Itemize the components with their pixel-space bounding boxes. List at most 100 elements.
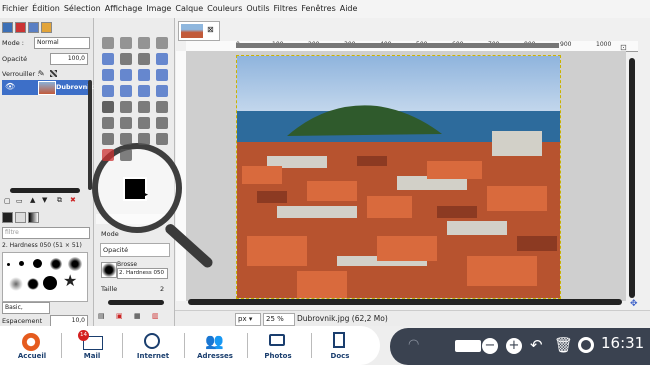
tool-brush-field[interactable]: 2. Hardness 050: [117, 268, 168, 279]
menu-filters[interactable]: Filtres: [272, 0, 300, 18]
lock-alpha-icon[interactable]: [50, 70, 57, 77]
lock-pixels-icon[interactable]: ✎: [38, 69, 45, 78]
menu-edit[interactable]: Édition: [30, 0, 62, 18]
brush-grid[interactable]: ★: [2, 252, 88, 302]
brush-dot-1[interactable]: [7, 263, 10, 266]
trash-icon[interactable]: 🗑: [554, 336, 573, 354]
save-options-icon[interactable]: ▤: [98, 312, 105, 320]
undo-tab-icon[interactable]: [41, 22, 52, 33]
help-lifebuoy-icon[interactable]: [578, 337, 594, 353]
menu-colors[interactable]: Couleurs: [205, 0, 244, 18]
navigate-crosshair-icon[interactable]: ✥: [630, 299, 638, 309]
dodge-tool-icon[interactable]: [156, 133, 168, 145]
eraser-tool-icon[interactable]: [102, 149, 114, 161]
new-group-icon[interactable]: ▭: [16, 197, 23, 205]
tool-options-scrollbar[interactable]: [108, 300, 164, 305]
bucket-fill-tool-icon[interactable]: [120, 101, 132, 113]
patterns-tab-icon[interactable]: [15, 212, 26, 223]
menu-windows[interactable]: Fenêtres: [299, 0, 337, 18]
brushes-tab-icon[interactable]: [2, 212, 13, 223]
delete-options-icon[interactable]: ▣: [116, 312, 123, 320]
blur-tool-icon[interactable]: [138, 133, 150, 145]
tool-opacity-field[interactable]: Opacité: [100, 243, 170, 257]
text-tool-icon[interactable]: [102, 101, 114, 113]
menu-tools[interactable]: Outils: [244, 0, 271, 18]
channels-tab-icon[interactable]: [15, 22, 26, 33]
magnify-tool-icon[interactable]: [120, 53, 132, 65]
brush-dot-2[interactable]: [19, 261, 24, 266]
lower-layer-icon[interactable]: ▼: [42, 196, 47, 204]
menu-help[interactable]: Aide: [338, 0, 360, 18]
ellipse-select-tool-icon[interactable]: [120, 37, 132, 49]
brush-fuzzy-1[interactable]: [9, 277, 23, 291]
brush-hard-large[interactable]: [43, 276, 57, 290]
brush-fuzzy-2[interactable]: [27, 278, 39, 290]
measure-tool-icon[interactable]: [138, 53, 150, 65]
delete-layer-icon[interactable]: ✖: [70, 196, 76, 204]
align-tool-icon[interactable]: [102, 69, 114, 81]
color-picker-tool-icon[interactable]: [102, 53, 114, 65]
undo-icon[interactable]: ↶: [530, 336, 543, 354]
smudge-tool-icon[interactable]: [120, 133, 132, 145]
app-contacts[interactable]: 👥 Adresses: [189, 330, 241, 364]
shear-tool-icon[interactable]: [156, 69, 168, 81]
raise-layer-icon[interactable]: ▲: [30, 196, 35, 204]
fuzzy-select-tool-icon[interactable]: [156, 37, 168, 49]
menu-file[interactable]: Fichier: [0, 0, 30, 18]
reset-options-icon[interactable]: ▥: [152, 312, 159, 320]
image-canvas[interactable]: [236, 55, 561, 299]
brush-filter-input[interactable]: filtre: [2, 227, 90, 239]
zoom-select[interactable]: 25 %: [263, 313, 295, 326]
unit-select[interactable]: px ▾: [235, 313, 261, 326]
free-select-tool-icon[interactable]: [138, 37, 150, 49]
app-mail[interactable]: 14 Mail: [66, 330, 118, 364]
layers-hscrollbar[interactable]: [10, 188, 80, 193]
app-documents[interactable]: Docs: [314, 330, 366, 364]
gradients-tab-icon[interactable]: [28, 212, 39, 223]
close-tab-icon[interactable]: ⊠: [207, 25, 214, 34]
navigate-icon[interactable]: ⊡: [620, 43, 627, 52]
cage-tool-icon[interactable]: [138, 85, 150, 97]
opacity-field[interactable]: 100,0: [50, 53, 88, 65]
perspective-tool-icon[interactable]: [102, 85, 114, 97]
menu-image[interactable]: Image: [144, 0, 173, 18]
transform-tool-icon[interactable]: [120, 69, 132, 81]
wifi-icon[interactable]: ◠: [408, 337, 419, 352]
layers-scrollbar[interactable]: [88, 80, 92, 190]
heal-tool-icon[interactable]: [102, 133, 114, 145]
brush-preset-select[interactable]: Basic,: [2, 302, 50, 314]
vertical-scrollbar[interactable]: [629, 58, 635, 298]
paths-tab-icon[interactable]: [28, 22, 39, 33]
flip-tool-icon[interactable]: [120, 85, 132, 97]
duplicate-layer-icon[interactable]: ⧉: [57, 196, 62, 205]
app-photos[interactable]: Photos: [252, 330, 304, 364]
restore-options-icon[interactable]: ▦: [134, 312, 141, 320]
layers-tab-icon[interactable]: [2, 22, 13, 33]
clone-tool-icon[interactable]: [156, 117, 168, 129]
brush-dot-3[interactable]: [33, 259, 42, 268]
eye-icon[interactable]: 👁: [5, 82, 15, 91]
menu-select[interactable]: Sélection: [62, 0, 103, 18]
gradient-tool-icon[interactable]: [138, 101, 150, 113]
app-home[interactable]: Accueil: [6, 330, 58, 364]
app-internet[interactable]: Internet: [127, 330, 179, 364]
brush-star-icon[interactable]: ★: [63, 273, 77, 289]
new-layer-icon[interactable]: ▢: [4, 197, 11, 205]
brush-soft-1[interactable]: [50, 258, 62, 270]
path-tool-icon[interactable]: [120, 149, 132, 161]
tool-size-value[interactable]: 2: [160, 285, 164, 293]
brush-soft-2[interactable]: [68, 257, 82, 271]
ink-tool-icon[interactable]: [138, 117, 150, 129]
mode-select[interactable]: Normal: [34, 37, 90, 49]
scale-tool-icon[interactable]: [138, 69, 150, 81]
airbrush-tool-icon[interactable]: [120, 117, 132, 129]
move-tool-icon[interactable]: [156, 53, 168, 65]
image-tab[interactable]: ⊠: [178, 21, 220, 41]
brush-preview[interactable]: [101, 262, 117, 278]
menu-layer[interactable]: Calque: [173, 0, 205, 18]
paintbrush-tool-icon[interactable]: [156, 101, 168, 113]
zoom-out-icon[interactable]: −: [482, 338, 498, 354]
warp-tool-icon[interactable]: [156, 85, 168, 97]
zoom-in-icon[interactable]: +: [506, 338, 522, 354]
layer-row-selected[interactable]: 👁 Dubrovnik.jpg: [2, 80, 108, 95]
